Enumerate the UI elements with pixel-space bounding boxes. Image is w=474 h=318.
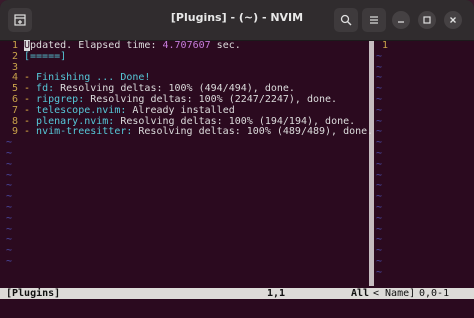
empty-line-tilde: ~ bbox=[376, 126, 383, 138]
menu-button[interactable] bbox=[362, 8, 386, 32]
vertical-split-separator[interactable] bbox=[369, 41, 374, 286]
empty-line-tilde: ~ bbox=[376, 223, 383, 235]
empty-line-tilde: ~ bbox=[376, 147, 383, 159]
line-text: - bbox=[24, 115, 37, 127]
empty-line-tilde: ~ bbox=[6, 234, 13, 246]
empty-line-tilde: ~ bbox=[376, 245, 383, 257]
status-cursor-position: 1,1 bbox=[267, 288, 286, 299]
empty-line-tilde: ~ bbox=[376, 50, 383, 62]
minimize-button[interactable] bbox=[392, 11, 410, 29]
line-text: plenary.nvim: bbox=[36, 115, 115, 127]
search-icon bbox=[340, 14, 352, 26]
close-button[interactable] bbox=[444, 11, 462, 29]
empty-line-tilde: ~ bbox=[6, 245, 13, 257]
status-scroll: All bbox=[351, 288, 370, 299]
status-right-name: < Name] bbox=[373, 288, 416, 299]
empty-line-tilde: ~ bbox=[376, 191, 383, 203]
empty-line-tilde: ~ bbox=[376, 201, 383, 213]
empty-line-tilde: ~ bbox=[6, 158, 13, 170]
line-text: 4.707607 bbox=[162, 40, 211, 51]
line-text: fd: bbox=[36, 83, 55, 95]
line-text: - bbox=[24, 93, 37, 105]
empty-line-tilde: ~ bbox=[6, 191, 13, 203]
line-text: - bbox=[24, 126, 37, 138]
line-text: [=====] bbox=[24, 50, 67, 62]
buffer-line: 9 - nvim-treesitter: Resolving deltas: 1… bbox=[0, 126, 373, 138]
empty-line-tilde: ~ bbox=[376, 169, 383, 181]
buffer-line: 1 bbox=[376, 40, 474, 52]
empty-line-tilde: ~ bbox=[376, 104, 383, 116]
maximize-icon bbox=[423, 16, 431, 24]
empty-line-tilde: ~ bbox=[6, 169, 13, 181]
empty-line-tilde: ~ bbox=[376, 158, 383, 170]
search-button[interactable] bbox=[334, 8, 358, 32]
line-text: - bbox=[24, 72, 37, 84]
empty-line-tilde: ~ bbox=[376, 255, 383, 267]
terminal-area[interactable]: 1 Updated. Elapsed time: 4.707607 sec. 2 … bbox=[0, 40, 474, 318]
line-text: nvim-treesitter: bbox=[36, 126, 133, 138]
status-right-position: 0,0-1 bbox=[419, 288, 450, 299]
empty-line-tilde: ~ bbox=[376, 137, 383, 149]
line-text: - bbox=[24, 104, 37, 116]
empty-line-tilde: ~ bbox=[376, 234, 383, 246]
empty-line-tilde: ~ bbox=[376, 180, 383, 192]
plugins-buffer-pane[interactable]: 1 Updated. Elapsed time: 4.707607 sec. 2 … bbox=[0, 40, 373, 268]
empty-line-tilde: ~ bbox=[6, 147, 13, 159]
terminal-window: [Plugins] - (~) - NVIM 1 Updated. Elapse… bbox=[0, 0, 474, 318]
status-line: [Plugins] 1,1 All < Name] 0,0-1 bbox=[0, 288, 474, 299]
line-text: sec. bbox=[210, 40, 241, 51]
title-bar: [Plugins] - (~) - NVIM bbox=[0, 0, 474, 41]
empty-line-tilde: ~ bbox=[376, 61, 383, 73]
minimize-icon bbox=[398, 21, 404, 23]
empty-line-tilde: ~ bbox=[6, 255, 13, 267]
empty-line-tilde: ~ bbox=[376, 83, 383, 95]
line-text: Resolving deltas: 100% (194/194), done. bbox=[114, 115, 356, 127]
line-text: Resolving deltas: 100% (494/494), done. bbox=[54, 83, 295, 95]
hamburger-menu-icon bbox=[370, 16, 378, 24]
line-text: Already installed bbox=[126, 104, 235, 116]
line-text: ripgrep: bbox=[36, 93, 85, 105]
line-text: Resolving deltas: 100% (489/489), done. bbox=[132, 126, 374, 138]
empty-line-tilde: ~ bbox=[376, 115, 383, 127]
empty-line-tilde: ~ bbox=[6, 137, 13, 149]
line-number: 7 bbox=[11, 104, 24, 116]
empty-line-tilde: ~ bbox=[6, 212, 13, 224]
empty-line-tilde: ~ bbox=[6, 223, 13, 235]
empty-line-tilde: ~ bbox=[6, 201, 13, 213]
maximize-button[interactable] bbox=[418, 11, 436, 29]
empty-line-tilde: ~ bbox=[6, 180, 13, 192]
buffer-line: 2 [=====] bbox=[0, 50, 369, 63]
line-text: pdated. Elapsed time: bbox=[30, 40, 163, 51]
line-number: 2 bbox=[11, 50, 24, 62]
line-text: Finishing ... Done! bbox=[36, 72, 151, 84]
empty-line-tilde: ~ bbox=[376, 266, 383, 278]
line-text: - bbox=[24, 83, 37, 95]
line-text: telescope.nvim: bbox=[36, 104, 127, 116]
line-text: Resolving deltas: 100% (2247/2247), done… bbox=[84, 93, 338, 105]
empty-line-tilde: ~ bbox=[376, 72, 383, 84]
close-icon bbox=[450, 17, 456, 23]
empty-line-tilde: ~ bbox=[376, 93, 383, 105]
empty-buffer-pane[interactable]: 1 ~ ~ ~ ~ ~ ~ ~ ~ ~ ~ ~ ~ ~ ~ ~ ~ ~ ~ ~ ~ ~ bbox=[376, 40, 474, 279]
line-number: 9 bbox=[11, 126, 24, 138]
empty-line-tilde: ~ bbox=[376, 212, 383, 224]
status-buffer-name: [Plugins] bbox=[6, 288, 61, 299]
